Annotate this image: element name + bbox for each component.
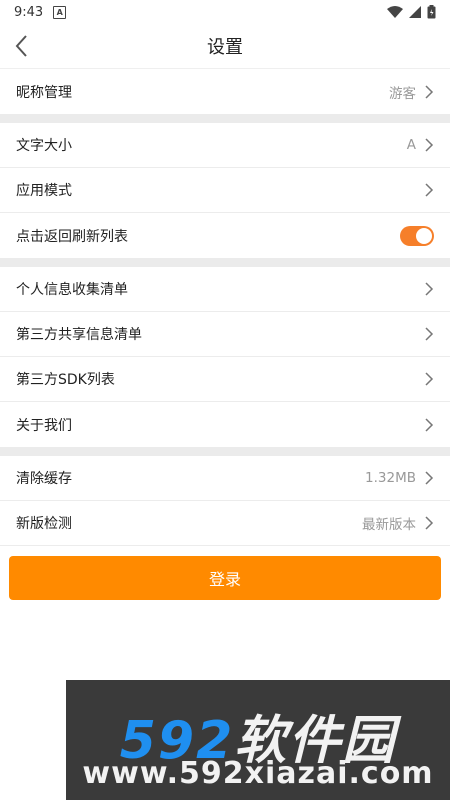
third-party-sdk-list-row[interactable]: 第三方SDK列表 — [0, 357, 450, 402]
app-mode-row[interactable]: 应用模式 — [0, 168, 450, 213]
cache-size-value: 1.32MB — [365, 470, 416, 486]
row-label: 应用模式 — [16, 183, 72, 199]
refresh-on-back-row: 点击返回刷新列表 — [0, 213, 450, 258]
font-size-row[interactable]: 文字大小 A — [0, 123, 450, 168]
section-divider — [0, 258, 450, 267]
chevron-right-icon — [425, 84, 434, 99]
back-arrow-icon[interactable] — [10, 32, 36, 60]
about-us-row[interactable]: 关于我们 — [0, 402, 450, 447]
status-bar: 9:43 A — [0, 0, 450, 24]
chevron-right-icon — [425, 138, 434, 152]
watermark-banner: 592软件园 www.592xiazai.com — [66, 680, 450, 800]
row-value: A — [406, 137, 416, 153]
nickname-row[interactable]: 昵称管理 游客 — [0, 69, 450, 114]
chevron-right-icon — [425, 327, 434, 341]
page-title: 设置 — [207, 37, 243, 58]
wifi-icon — [387, 6, 403, 18]
login-button[interactable]: 登录 — [9, 556, 441, 600]
row-label: 点击返回刷新列表 — [16, 228, 128, 245]
row-label: 文字大小 — [16, 138, 72, 154]
row-label: 关于我们 — [16, 417, 72, 434]
chevron-right-icon — [425, 471, 434, 485]
section-divider — [0, 114, 450, 123]
section-divider — [0, 447, 450, 456]
version-status-value: 最新版本 — [362, 517, 416, 533]
third-party-share-list-row[interactable]: 第三方共享信息清单 — [0, 312, 450, 357]
chevron-right-icon — [425, 372, 434, 386]
row-label: 昵称管理 — [16, 84, 72, 101]
signal-icon — [409, 6, 421, 18]
battery-icon — [427, 5, 436, 19]
row-value: 游客 — [389, 85, 416, 102]
toggle-knob — [416, 227, 432, 244]
personal-info-list-row[interactable]: 个人信息收集清单 — [0, 267, 450, 312]
chevron-right-icon — [425, 417, 434, 432]
row-label: 个人信息收集清单 — [16, 282, 128, 298]
row-label: 清除缓存 — [16, 471, 72, 487]
top-bar: 设置 — [0, 24, 450, 69]
row-label: 新版检测 — [16, 516, 72, 532]
chevron-right-icon — [425, 516, 434, 530]
chevron-right-icon — [425, 282, 434, 296]
notification-a-icon: A — [53, 5, 67, 19]
row-label: 第三方共享信息清单 — [16, 327, 142, 343]
watermark-url: www.592xiazai.com — [82, 756, 434, 791]
clear-cache-row[interactable]: 清除缓存 1.32MB — [0, 456, 450, 501]
chevron-right-icon — [425, 183, 434, 197]
row-label: 第三方SDK列表 — [16, 372, 115, 388]
version-check-row[interactable]: 新版检测 最新版本 — [0, 501, 450, 546]
status-time: 9:43 — [14, 4, 44, 20]
refresh-on-back-toggle[interactable] — [400, 225, 434, 246]
